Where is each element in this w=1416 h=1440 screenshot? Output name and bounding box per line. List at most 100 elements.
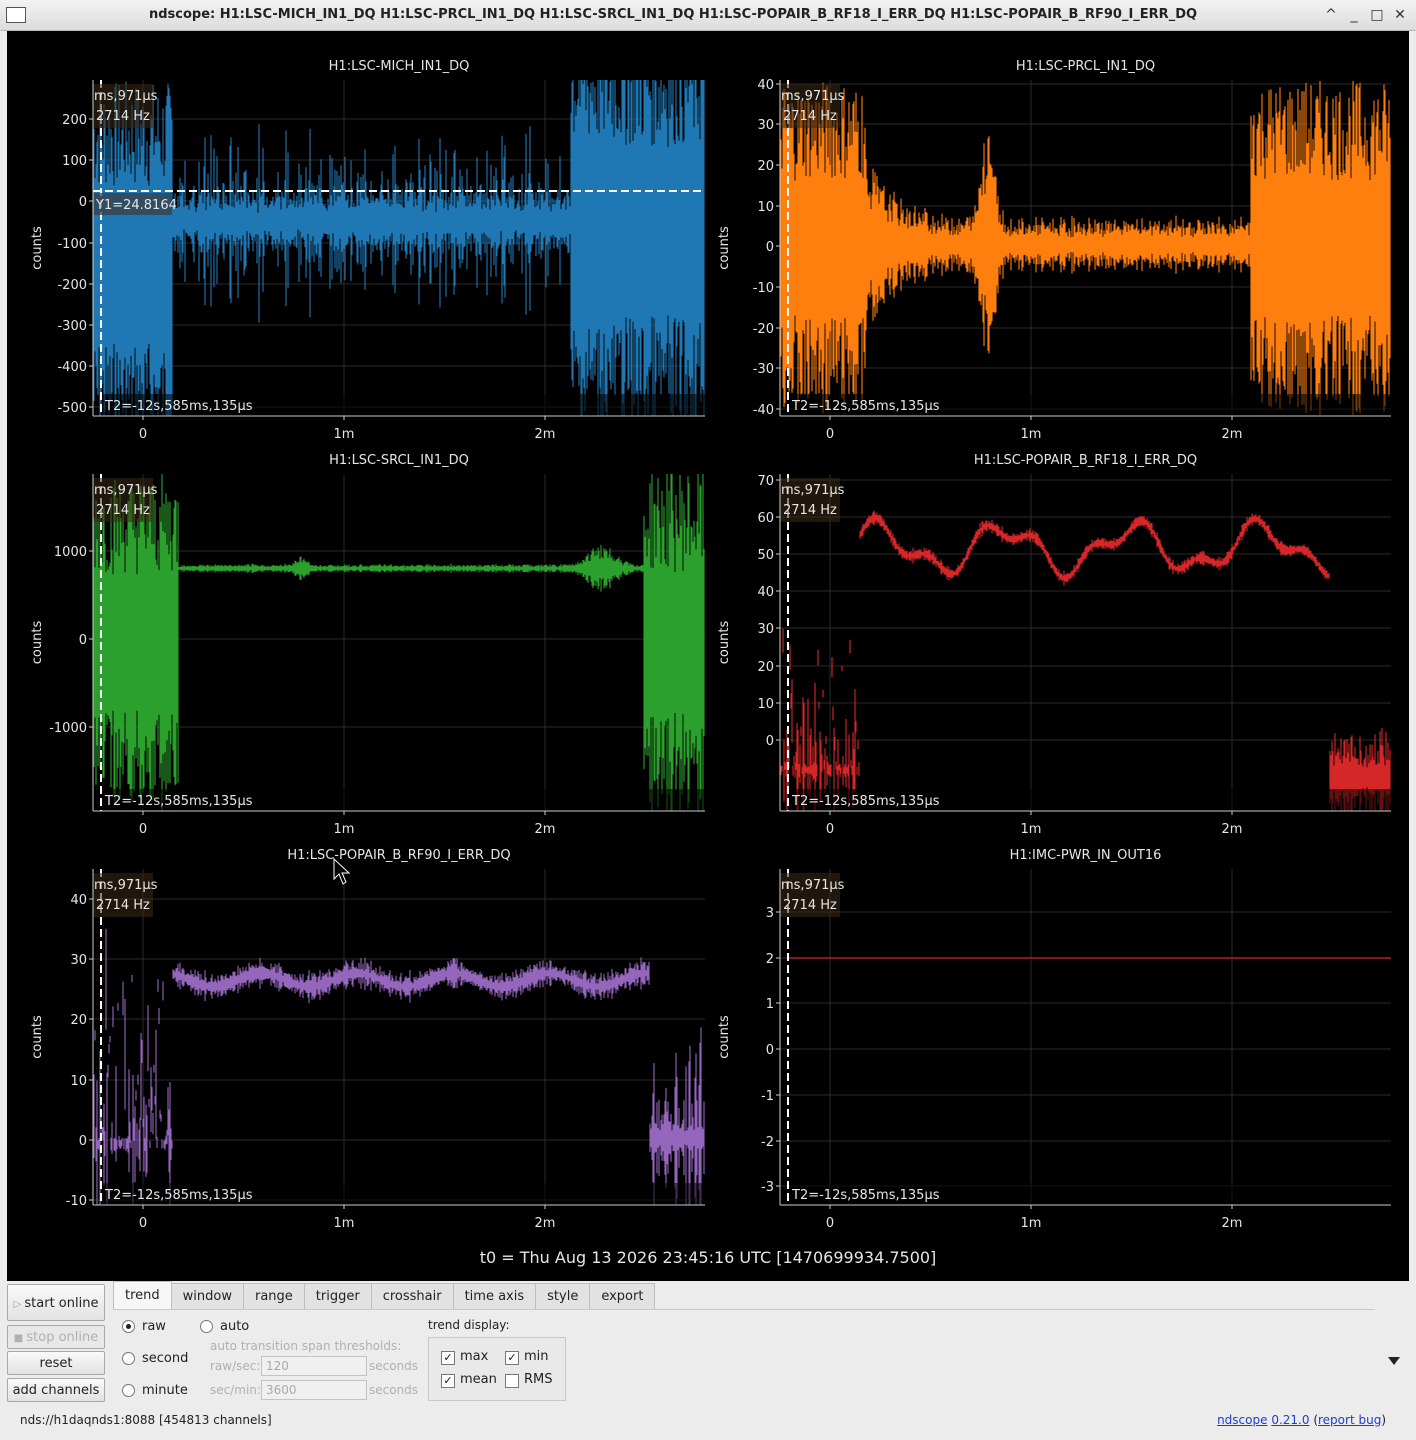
tab-style[interactable]: style (535, 1283, 591, 1310)
cursor-delta-label: ms,971µs (781, 878, 845, 893)
plot-title: H1:LSC-MICH_IN1_DQ (329, 59, 470, 74)
rms-label: RMS (524, 1372, 553, 1387)
play-icon: ▷ (13, 1299, 25, 1310)
y-tick-label: -30 (753, 362, 774, 377)
server-status: nds://h1daqnds1:8088 [454813 channels] (20, 1413, 272, 1427)
y-tick-label: -400 (57, 360, 87, 375)
plot-panel[interactable]: H1:LSC-POPAIR_B_RF90_I_ERR_DQ ms,971µs 271… (30, 848, 705, 1231)
auto-label: auto (220, 1319, 250, 1334)
tab-window[interactable]: window (170, 1283, 244, 1310)
cursor-t-label: T2=-12s,585ms,135µs (791, 1188, 940, 1203)
cursor-t-label: T2=-12s,585ms,135µs (104, 1188, 253, 1203)
x-tick-label: 1m (334, 822, 355, 837)
cursor-freq-label: 2714 Hz (96, 503, 150, 518)
report-bug-link[interactable]: report bug (1318, 1413, 1381, 1427)
y-tick-label: 10 (757, 200, 774, 215)
y-tick-label: 60 (757, 511, 774, 526)
cursor-freq-label: 2714 Hz (783, 503, 837, 518)
x-tick-label: 0 (139, 1216, 147, 1231)
cursor-freq-label: 2714 Hz (96, 898, 150, 913)
ndscope-link[interactable]: ndscope (1217, 1413, 1267, 1427)
close-icon[interactable]: ✕ (1391, 6, 1409, 24)
minimize-icon[interactable]: _ (1345, 6, 1363, 24)
stop-online-button[interactable]: ■ stop online (7, 1325, 105, 1349)
second-radio[interactable] (122, 1352, 135, 1365)
y-tick-label: 0 (79, 195, 87, 210)
plot-title: H1:LSC-PRCL_IN1_DQ (1016, 59, 1155, 74)
stop-online-label: stop online (26, 1330, 99, 1345)
tab-bar: trend window range trigger crosshair tim… (113, 1281, 656, 1310)
x-tick-label: 1m (334, 427, 355, 442)
tab-crosshair[interactable]: crosshair (370, 1283, 454, 1310)
sec-min-input[interactable] (261, 1380, 367, 1400)
tab-range[interactable]: range (242, 1283, 305, 1310)
status-bar: nds://h1daqnds1:8088 [454813 channels] n… (0, 1410, 1416, 1440)
y-tick-label: 2 (766, 952, 774, 967)
auto-radio[interactable] (200, 1320, 213, 1333)
plot-panel[interactable]: H1:IMC-PWR_IN_OUT16 ms,971µs 2714 Hz T2=-12… (717, 848, 1391, 1231)
add-channels-button[interactable]: add channels (7, 1378, 105, 1402)
min-checkbox[interactable]: ✓ (505, 1351, 519, 1365)
plot-panel[interactable]: H1:LSC-PRCL_IN1_DQ ms,971µs 2714 Hz T2=-12s… (717, 59, 1391, 442)
y-tick-label: 10 (757, 697, 774, 712)
rms-checkbox[interactable] (505, 1374, 519, 1388)
trend-display-heading: trend display: (428, 1318, 510, 1332)
y-axis-label: counts (30, 621, 45, 665)
sec-min-label: sec/min: (210, 1383, 261, 1397)
y-axis-label: counts (717, 226, 732, 270)
y-tick-label: -100 (57, 237, 87, 252)
y-tick-label: 200 (62, 113, 87, 128)
x-tick-label: 0 (826, 427, 834, 442)
stop-icon: ■ (13, 1333, 27, 1344)
y-tick-label: -40 (753, 403, 774, 418)
plot-panel[interactable]: H1:LSC-MICH_IN1_DQ Y1=24.8164 ms,971µs 2714… (30, 59, 705, 442)
x-tick-label: 2m (535, 822, 556, 837)
cursor-t-label: T2=-12s,585ms,135µs (104, 794, 253, 809)
expand-arrow-icon[interactable] (1388, 1357, 1400, 1365)
plot-title: H1:LSC-SRCL_IN1_DQ (329, 453, 469, 468)
y-tick-label: -10 (753, 281, 774, 296)
y-tick-label: 3 (766, 906, 774, 921)
series-trace (92, 474, 705, 811)
maximize-icon[interactable]: □ (1368, 6, 1386, 24)
y-tick-label: 30 (70, 953, 87, 968)
raw-sec-input[interactable] (261, 1356, 367, 1376)
y-tick-label: -500 (57, 401, 87, 416)
tab-export[interactable]: export (589, 1283, 656, 1310)
version-link[interactable]: 0.21.0 (1271, 1413, 1309, 1427)
y-tick-label: 40 (70, 893, 87, 908)
y-axis-label: counts (717, 1015, 732, 1059)
cursor-delta-label: ms,971µs (781, 483, 845, 498)
y-tick-label: -1000 (49, 721, 87, 736)
tab-time-axis[interactable]: time axis (452, 1283, 537, 1310)
plot-area[interactable]: H1:LSC-MICH_IN1_DQ Y1=24.8164 ms,971µs 2714… (7, 31, 1409, 1281)
series-trace (92, 928, 705, 1205)
x-tick-label: 1m (1021, 1216, 1042, 1231)
cursor-t-label: T2=-12s,585ms,135µs (104, 399, 253, 414)
x-tick-label: 1m (1021, 427, 1042, 442)
start-online-button[interactable]: ▷ start online (7, 1284, 105, 1321)
x-tick-label: 1m (1021, 822, 1042, 837)
x-tick-label: 2m (1222, 427, 1243, 442)
cursor-delta-label: ms,971µs (94, 89, 158, 104)
tab-trend[interactable]: trend (113, 1281, 172, 1310)
plot-panel[interactable]: H1:LSC-POPAIR_B_RF18_I_ERR_DQ ms,971µs 271… (717, 453, 1391, 837)
plot-panel[interactable]: H1:LSC-SRCL_IN1_DQ ms,971µs 2714 Hz T2=-12s… (30, 453, 705, 837)
shade-icon[interactable]: ^ (1322, 6, 1340, 24)
title-bar: ndscope: H1:LSC-MICH_IN1_DQ H1:LSC-PRCL_… (0, 0, 1416, 31)
tab-trigger[interactable]: trigger (303, 1283, 372, 1310)
y-tick-label: 0 (766, 240, 774, 255)
cursor-delta-label: ms,971µs (94, 878, 158, 893)
y-tick-label: 70 (757, 474, 774, 489)
cursor-freq-label: 2714 Hz (96, 109, 150, 124)
plot-title: H1:LSC-POPAIR_B_RF90_I_ERR_DQ (287, 848, 510, 863)
raw-radio[interactable] (122, 1320, 135, 1333)
app-icon (6, 7, 26, 23)
version-info: ndscope 0.21.0 (report bug) (1217, 1413, 1386, 1427)
max-checkbox[interactable]: ✓ (441, 1351, 455, 1365)
mean-checkbox[interactable]: ✓ (441, 1374, 455, 1388)
reset-button[interactable]: reset (7, 1351, 105, 1375)
minute-radio[interactable] (122, 1384, 135, 1397)
y-tick-label: 30 (757, 118, 774, 133)
raw-label: raw (142, 1319, 166, 1334)
